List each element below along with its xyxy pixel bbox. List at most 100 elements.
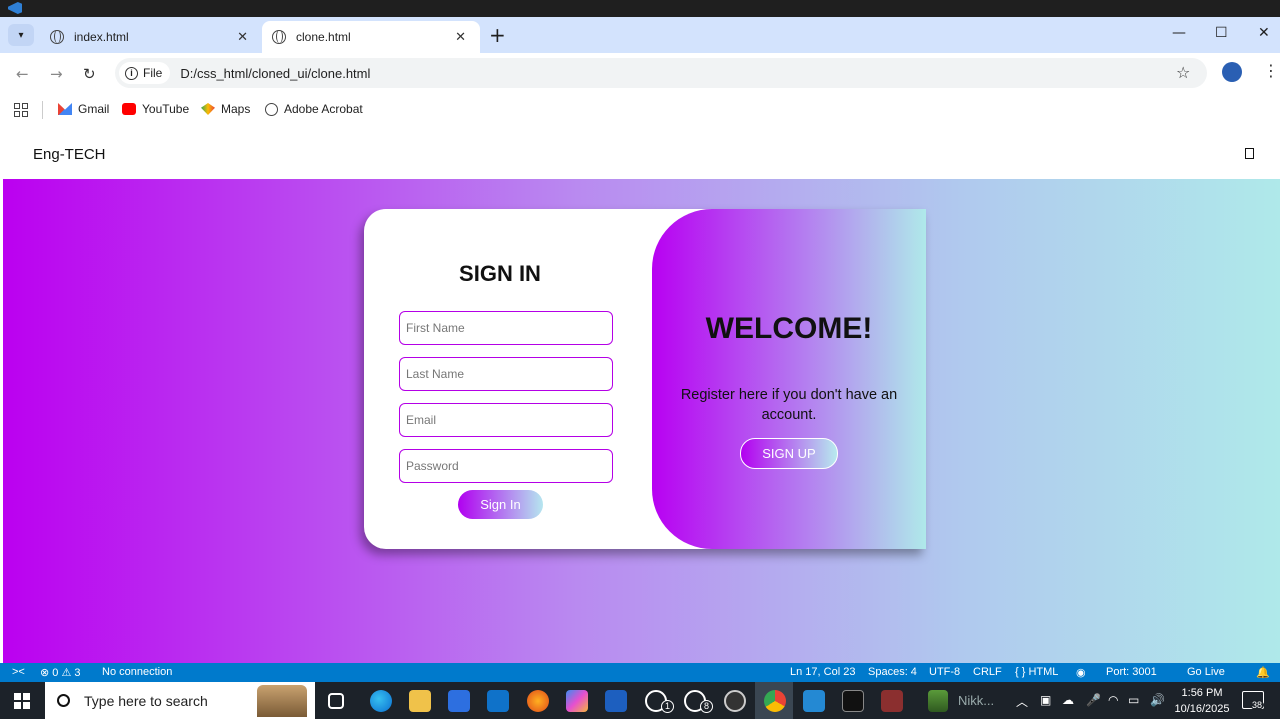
auth-card: SIGN IN Sign In WELCOME! Register here i… (364, 209, 926, 549)
tab-search-button[interactable]: ▾ (8, 24, 34, 46)
last-name-input[interactable] (399, 357, 613, 391)
port-status[interactable]: Port: 3001 (1106, 666, 1157, 678)
hero-section: SIGN IN Sign In WELCOME! Register here i… (3, 179, 1280, 669)
connection-status[interactable]: No connection (102, 666, 172, 678)
firefox-icon[interactable] (527, 690, 549, 712)
bell-icon[interactable]: 🔔 (1256, 666, 1270, 679)
site-header: Eng-TECH (3, 128, 1280, 179)
remote-icon[interactable]: >< (12, 666, 25, 678)
search-highlight-image (257, 685, 307, 717)
volume-icon[interactable]: 🔊 (1150, 693, 1165, 707)
edge-icon[interactable] (370, 690, 392, 712)
bookmark-label: Maps (221, 102, 251, 116)
gmail-icon (58, 103, 72, 115)
tab-strip: ▾ index.html ✕ clone.html ✕ + — ☐ ✕ (0, 17, 1280, 53)
browser-window: ▾ index.html ✕ clone.html ✕ + — ☐ ✕ ← → … (0, 17, 1280, 669)
copilot-icon[interactable] (566, 690, 588, 712)
brand-logo[interactable]: Eng-TECH (33, 146, 106, 163)
encoding[interactable]: UTF-8 (929, 666, 960, 678)
info-icon: i (125, 66, 138, 80)
clock[interactable]: 1:56 PM 10/16/2025 (1173, 685, 1231, 717)
signin-button[interactable]: Sign In (458, 490, 543, 519)
windows-taskbar: Type here to search 1 8 Nikk... ︿ ▣ ☁ 🎤 … (0, 682, 1280, 719)
file-explorer-icon[interactable] (409, 690, 431, 712)
bookmark-label: YouTube (142, 102, 190, 116)
web-page: Eng-TECH SIGN IN Sign In WELCOME! Regist… (3, 128, 1280, 669)
cloud-icon[interactable]: ☁ (1062, 693, 1074, 707)
globe-icon (50, 30, 64, 44)
terminal-icon[interactable] (842, 690, 864, 712)
address-bar[interactable]: i File D:/css_html/cloned_ui/clone.html (115, 58, 1207, 88)
tray-app-icon[interactable]: ▣ (1040, 693, 1051, 707)
task-view-icon[interactable] (328, 693, 344, 709)
obs-icon[interactable] (724, 690, 746, 712)
maps-icon (201, 103, 215, 115)
cursor-position[interactable]: Ln 17, Col 23 (790, 666, 855, 678)
reload-icon[interactable]: ↻ (83, 65, 96, 83)
nikk-app-label[interactable]: Nikk... (958, 693, 994, 708)
store-icon[interactable] (448, 690, 470, 712)
globe-icon (272, 30, 286, 44)
windows-start-icon[interactable] (14, 693, 30, 709)
minimize-icon[interactable]: — (1172, 25, 1186, 41)
outlook-icon[interactable] (487, 690, 509, 712)
go-live-button[interactable]: Go Live (1187, 666, 1225, 678)
forward-icon[interactable]: → (50, 65, 63, 83)
bookmark-maps[interactable]: Maps (201, 102, 250, 116)
app-icon[interactable] (928, 690, 948, 712)
close-icon[interactable]: ✕ (237, 29, 248, 45)
scheme-label: File (143, 66, 163, 80)
welcome-title: WELCOME! (705, 312, 873, 345)
new-tab-button[interactable]: + (489, 23, 506, 47)
tab-index[interactable]: index.html ✕ (40, 21, 262, 53)
vscode-status-bar: >< ⊗ 0 ⚠ 3 No connection Ln 17, Col 23 S… (0, 663, 1280, 682)
menu-kebab-icon[interactable]: ⋮ (1263, 61, 1279, 80)
back-icon[interactable]: ← (16, 65, 29, 83)
eye-icon[interactable]: ◉ (1076, 666, 1086, 679)
microphone-icon[interactable]: 🎤 (1086, 693, 1101, 707)
window-close-icon[interactable]: ✕ (1258, 25, 1270, 41)
clock-time: 1:56 PM (1181, 687, 1223, 699)
globe-icon (265, 102, 278, 116)
bookmark-adobe-acrobat[interactable]: Adobe Acrobat (265, 102, 363, 116)
menu-icon[interactable] (1245, 148, 1254, 159)
winrar-icon[interactable] (881, 690, 903, 712)
search-placeholder: Type here to search (84, 692, 208, 709)
taskbar-search[interactable]: Type here to search (45, 682, 315, 719)
indent-setting[interactable]: Spaces: 4 (868, 666, 917, 678)
chrome-icon[interactable] (764, 690, 786, 712)
problems-count[interactable]: ⊗ 0 ⚠ 3 (40, 666, 80, 679)
welcome-text: Register here if you don't have an accou… (680, 387, 898, 423)
search-icon (57, 694, 70, 707)
vscode-menubar (0, 0, 1280, 17)
bookmark-star-icon[interactable]: ☆ (1176, 63, 1190, 82)
bookmark-label: Adobe Acrobat (284, 102, 363, 116)
chevron-up-icon[interactable]: ︿ (1016, 693, 1028, 710)
site-info-chip[interactable]: i File (119, 62, 171, 84)
first-name-input[interactable] (399, 311, 613, 345)
close-icon[interactable]: ✕ (455, 29, 466, 45)
language-mode[interactable]: { } HTML (1015, 666, 1058, 678)
vscode-logo-icon (8, 2, 22, 14)
tab-clone[interactable]: clone.html ✕ (262, 21, 480, 53)
tab-label: index.html (74, 30, 129, 44)
word-icon[interactable] (605, 690, 627, 712)
line-ending[interactable]: CRLF (973, 666, 1002, 678)
notifications-count: 38 (1250, 700, 1265, 710)
bookmark-label: Gmail (78, 102, 110, 116)
bookmark-gmail[interactable]: Gmail (58, 102, 109, 116)
bookmark-youtube[interactable]: YouTube (122, 102, 189, 116)
wifi-icon[interactable]: ◠ (1108, 693, 1118, 707)
profile-avatar[interactable] (1222, 62, 1242, 82)
maximize-icon[interactable]: ☐ (1215, 25, 1228, 41)
whatsapp-badge: 1 (661, 700, 674, 713)
email-input[interactable] (399, 403, 613, 437)
vscode-icon[interactable] (803, 690, 825, 712)
apps-grid-icon[interactable] (14, 103, 28, 117)
clock-date: 10/16/2025 (1174, 703, 1230, 715)
signup-button[interactable]: SIGN UP (740, 438, 838, 469)
battery-icon[interactable]: ▭ (1128, 693, 1139, 707)
password-input[interactable] (399, 449, 613, 483)
youtube-icon (122, 103, 136, 115)
divider (42, 101, 43, 119)
